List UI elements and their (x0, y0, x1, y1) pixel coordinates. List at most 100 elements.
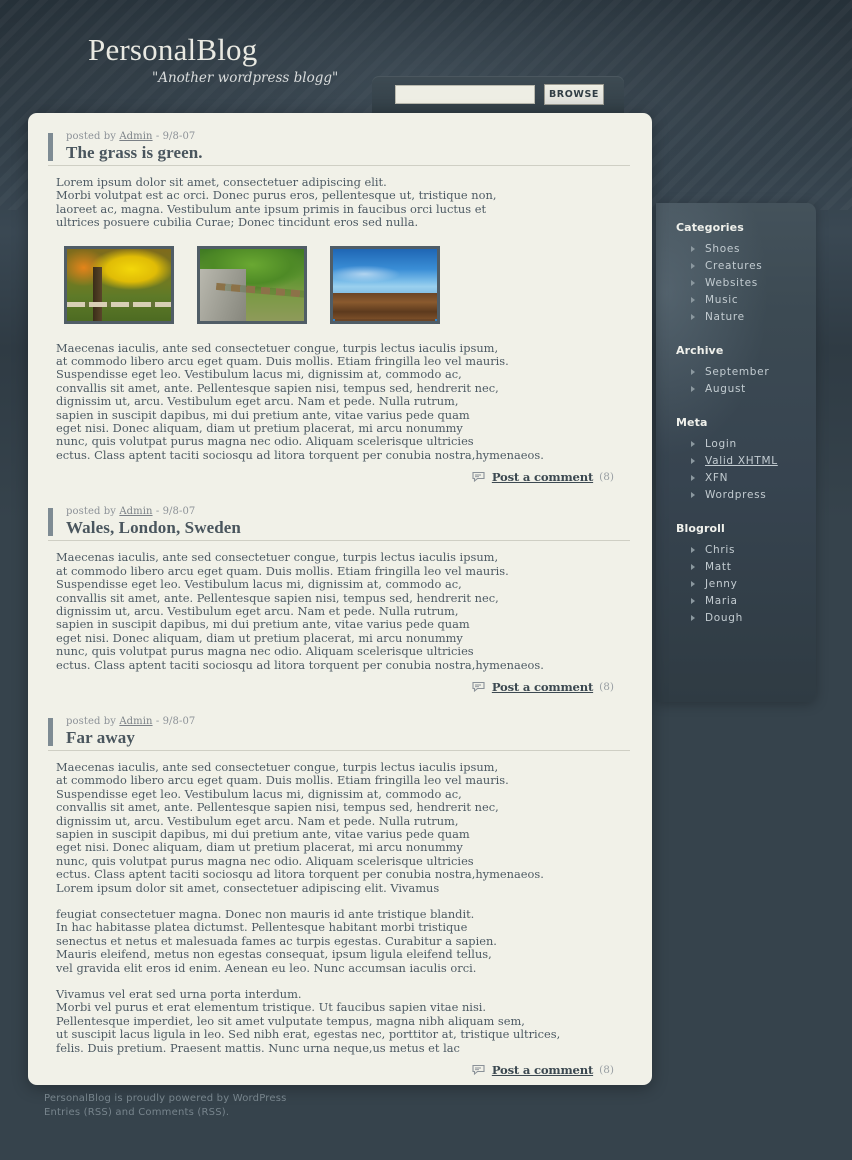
chevron-right-icon (691, 263, 695, 269)
chevron-right-icon (691, 369, 695, 375)
sidebar-item-label: September (705, 366, 770, 378)
chevron-right-icon (691, 492, 695, 498)
post-header: posted by Admin - 9/8-07 Far away (48, 716, 630, 751)
sidebar-item-august[interactable]: August (676, 381, 816, 398)
post-meta-date: - 9/8-07 (152, 715, 196, 727)
post-image-green-fence-path[interactable] (197, 245, 307, 324)
sidebar-item-music[interactable]: Music (676, 292, 816, 309)
sidebar-item-wordpress[interactable]: Wordpress (676, 487, 816, 504)
post-marker (48, 717, 53, 746)
comment-bubble-icon (472, 681, 485, 693)
chevron-right-icon (691, 458, 695, 464)
sidebar-title-meta: Meta (676, 416, 708, 429)
post-marker (48, 508, 53, 537)
post-title[interactable]: Far away (66, 728, 630, 748)
sidebar-item-label: Maria (705, 595, 738, 607)
sidebar-item-chris[interactable]: Chris (676, 542, 816, 559)
sidebar-section-archive: Archive September August (676, 344, 816, 398)
post-meta: posted by Admin - 9/8-07 (66, 131, 630, 143)
sidebar-item-label: Dough (705, 612, 743, 624)
sidebar-item-websites[interactable]: Websites (676, 275, 816, 292)
post-comment-link[interactable]: Post a comment (492, 470, 593, 484)
chevron-right-icon (691, 386, 695, 392)
sidebar-item-label: Wordpress (705, 489, 767, 501)
sidebar-item-label: August (705, 383, 746, 395)
post-footer: Post a comment (8) (48, 672, 630, 694)
sidebar-item-maria[interactable]: Maria (676, 593, 816, 610)
sidebar-item-dough[interactable]: Dough (676, 610, 816, 627)
post-footer: Post a comment (8) (48, 462, 630, 484)
sidebar-item-label: Login (705, 438, 737, 450)
sidebar-item-shoes[interactable]: Shoes (676, 241, 816, 258)
post-image-autumn-trees-fence[interactable] (64, 245, 174, 324)
sidebar-title-archive: Archive (676, 344, 724, 357)
post-paragraph: Maecenas iaculis, ante sed consectetuer … (56, 759, 544, 895)
sidebar-title-blogroll: Blogroll (676, 522, 725, 535)
sidebar-section-blogroll: Blogroll Chris Matt Jenny Maria Dough (676, 522, 816, 627)
post-comment-link[interactable]: Post a comment (492, 680, 593, 694)
sidebar-item-label: Valid XHTML (705, 455, 778, 467)
post-header: posted by Admin - 9/8-07 Wales, London, … (48, 506, 630, 542)
comment-bubble-icon (472, 1065, 485, 1076)
post-image-wooden-fence-sky[interactable] (330, 245, 440, 324)
post-meta: posted by Admin - 9/8-07 (66, 716, 630, 728)
sidebar-list-meta: Login Valid XHTML XFN Wordpress (676, 436, 816, 504)
sidebar-item-september[interactable]: September (676, 364, 816, 381)
site-footer: PersonalBlog is proudly powered by WordP… (44, 1092, 287, 1120)
chevron-right-icon (691, 280, 695, 286)
chevron-right-icon (691, 598, 695, 604)
sidebar-item-creatures[interactable]: Creatures (676, 258, 816, 275)
footer-rss-links[interactable]: Entries (RSS) and Comments (RSS). (44, 1106, 287, 1120)
sidebar-item-label: Nature (705, 311, 745, 323)
sidebar-item-valid-xhtml[interactable]: Valid XHTML (676, 453, 816, 470)
chevron-right-icon (691, 246, 695, 252)
chevron-right-icon (691, 564, 695, 570)
post-header: posted by Admin - 9/8-07 The grass is gr… (48, 131, 630, 166)
chevron-right-icon (691, 441, 695, 447)
sidebar-item-matt[interactable]: Matt (676, 559, 816, 576)
chevron-right-icon (691, 297, 695, 303)
post-meta-date: - 9/8-07 (152, 131, 196, 142)
post-meta-prefix: posted by (66, 131, 120, 142)
sidebar-item-jenny[interactable]: Jenny (676, 576, 816, 593)
post-paragraph: Lorem ipsum dolor sit amet, consectetuer… (56, 175, 497, 230)
post-author-link[interactable]: Admin (119, 131, 152, 142)
post-author-link[interactable]: Admin (119, 506, 152, 517)
sidebar-item-label: XFN (705, 472, 729, 484)
browse-button[interactable]: BROWSE (544, 84, 604, 105)
sidebar-title-categories: Categories (676, 221, 744, 234)
post-comment-link[interactable]: Post a comment (492, 1063, 593, 1077)
post-title[interactable]: Wales, London, Sweden (66, 518, 630, 538)
sidebar-item-label: Music (705, 294, 739, 306)
sidebar: Categories Shoes Creatures Websites Musi… (656, 203, 816, 702)
sidebar-list-archive: September August (676, 364, 816, 398)
post-paragraph: Maecenas iaculis, ante sed consectetuer … (56, 550, 544, 672)
post-comment-count: (8) (599, 680, 614, 693)
post-meta: posted by Admin - 9/8-07 (66, 506, 630, 518)
chevron-right-icon (691, 547, 695, 553)
post-paragraph: Vivamus vel erat sed urna porta interdum… (56, 987, 561, 1055)
post-comment-count: (8) (599, 1064, 614, 1077)
site-title: PersonalBlog (88, 32, 258, 67)
chevron-right-icon (691, 314, 695, 320)
sidebar-item-label: Chris (705, 544, 736, 556)
post-title[interactable]: The grass is green. (66, 143, 630, 163)
post-meta-prefix: posted by (66, 715, 120, 727)
chevron-right-icon (691, 615, 695, 621)
sidebar-item-label: Websites (705, 277, 758, 289)
sidebar-section-meta: Meta Login Valid XHTML XFN Wordpress (676, 416, 816, 504)
sidebar-list-categories: Shoes Creatures Websites Music Nature (676, 241, 816, 326)
post-author-link[interactable]: Admin (119, 716, 152, 727)
post-image-gallery (48, 245, 630, 324)
search-input[interactable] (395, 85, 535, 104)
sidebar-item-nature[interactable]: Nature (676, 309, 816, 326)
sidebar-item-login[interactable]: Login (676, 436, 816, 453)
post-comment-count: (8) (599, 471, 614, 484)
post-wales-london-sweden: posted by Admin - 9/8-07 Wales, London, … (48, 506, 630, 694)
sidebar-section-categories: Categories Shoes Creatures Websites Musi… (676, 221, 816, 326)
post-meta-prefix: posted by (66, 506, 120, 518)
post-the-grass-is-green: posted by Admin - 9/8-07 The grass is gr… (48, 131, 630, 484)
sidebar-item-label: Shoes (705, 243, 741, 255)
sidebar-item-xfn[interactable]: XFN (676, 470, 816, 487)
comment-bubble-icon (472, 472, 485, 483)
